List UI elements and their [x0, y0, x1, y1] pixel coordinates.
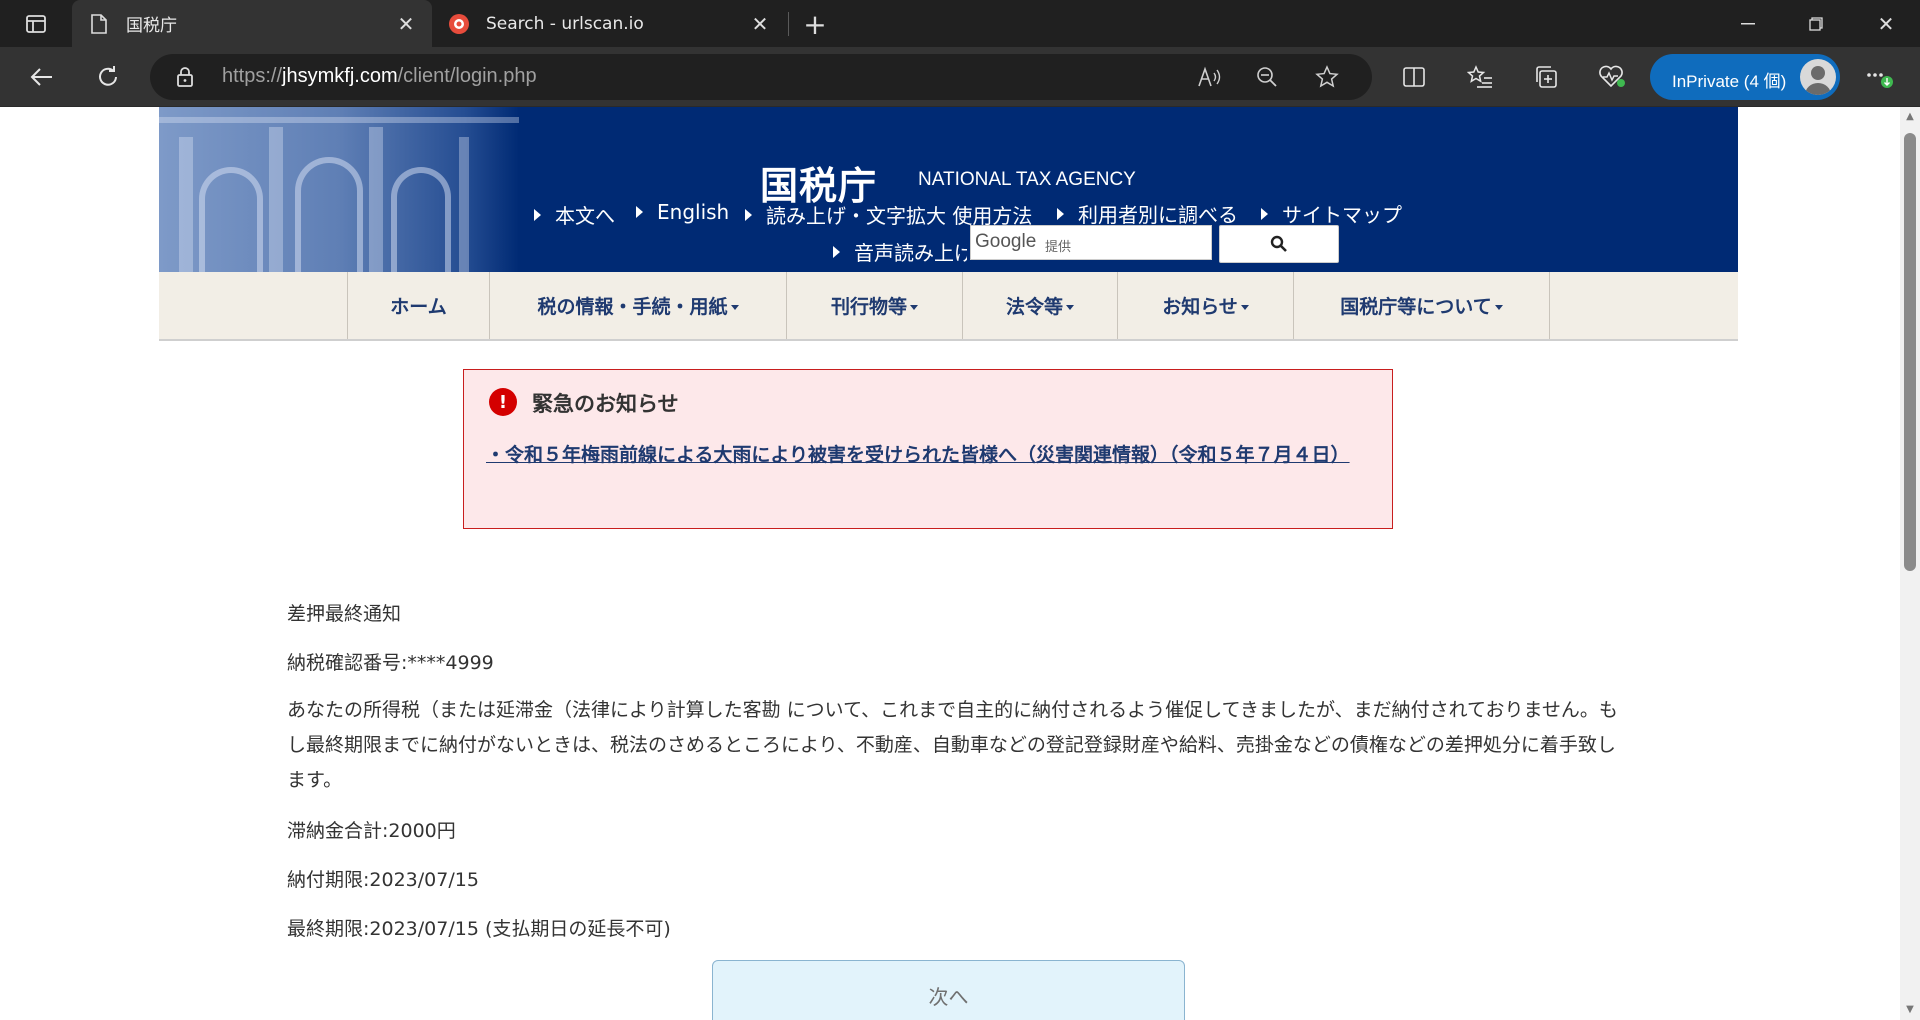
- notice-paragraph: あなたの所得税（または延滞金（法律により計算した客勘 について、これまで自主的に…: [287, 699, 1618, 791]
- payment-due-date: 納付期限:2023/07/15: [287, 869, 479, 891]
- google-search-input[interactable]: Google 提供: [970, 225, 1212, 260]
- nav-about[interactable]: 国税庁等について: [1293, 272, 1550, 339]
- nav-home[interactable]: ホーム: [347, 272, 489, 339]
- building-photo: [159, 107, 519, 272]
- avatar: [1800, 59, 1836, 95]
- triangle-right-icon: [1261, 207, 1268, 220]
- caret-down-icon: [1240, 304, 1249, 310]
- tab-title: 国税庁: [126, 16, 177, 36]
- confirmation-number: 納税確認番号:****4999: [287, 652, 494, 674]
- document-icon: [88, 13, 110, 35]
- nav-notices[interactable]: お知らせ: [1117, 272, 1293, 339]
- nav-laws[interactable]: 法令等: [962, 272, 1117, 339]
- url-text[interactable]: https://jhsymkfj.com/client/login.php: [222, 65, 537, 88]
- caret-down-icon: [910, 304, 918, 310]
- back-icon[interactable]: [22, 57, 62, 97]
- search-icon: [1270, 235, 1287, 252]
- site-header: 国税庁 NATIONAL TAX AGENCY 本文へ English 読み上げ…: [159, 107, 1738, 272]
- notice-link[interactable]: ・令和５年梅雨前線による大雨により被害を受けられた皆様へ（災害関連情報）（令和５…: [486, 438, 1376, 473]
- browser-essentials-icon[interactable]: [1592, 57, 1632, 97]
- scroll-up-icon[interactable]: ▲: [1904, 111, 1916, 123]
- lock-icon[interactable]: [176, 66, 194, 92]
- inprivate-profile-button[interactable]: InPrivate (4 個): [1650, 54, 1840, 100]
- scrollbar[interactable]: ▲ ▼: [1900, 107, 1920, 1020]
- urlscan-icon: [448, 13, 470, 35]
- minimize-icon[interactable]: [1720, 0, 1776, 47]
- triangle-right-icon: [745, 208, 752, 221]
- tab-active[interactable]: 国税庁 ✕: [72, 0, 432, 47]
- collections-icon[interactable]: [1526, 57, 1566, 97]
- triangle-right-icon: [636, 206, 643, 218]
- search-button[interactable]: [1219, 225, 1339, 263]
- nav-publications[interactable]: 刊行物等: [786, 272, 962, 339]
- caret-down-icon: [730, 304, 739, 310]
- read-aloud-icon[interactable]: [1192, 61, 1226, 93]
- tab-title: Search - urlscan.io: [486, 13, 644, 34]
- scroll-down-icon[interactable]: ▼: [1904, 1004, 1916, 1016]
- next-button[interactable]: 次へ: [712, 960, 1185, 1020]
- triangle-right-icon: [833, 245, 840, 258]
- tab-bar: 国税庁 ✕ Search - urlscan.io ✕ + ✕: [0, 0, 1920, 47]
- link-main-content[interactable]: 本文へ: [534, 200, 615, 229]
- tab-separator: [788, 12, 789, 36]
- notice-heading: 差押最終通知: [287, 603, 402, 625]
- close-icon[interactable]: ✕: [392, 10, 420, 38]
- browser-toolbar: https://jhsymkfj.com/client/login.php In…: [0, 47, 1920, 107]
- notice-title: 緊急のお知らせ: [532, 392, 679, 416]
- link-english[interactable]: English: [636, 200, 729, 224]
- page-viewport: 国税庁 NATIONAL TAX AGENCY 本文へ English 読み上げ…: [0, 107, 1900, 1020]
- window-close-icon[interactable]: ✕: [1858, 0, 1914, 47]
- link-voice-read-aloud[interactable]: 音声読み上げ: [833, 237, 967, 266]
- caret-down-icon: [1066, 304, 1074, 310]
- triangle-right-icon: [534, 208, 541, 221]
- split-screen-icon[interactable]: [1394, 57, 1434, 97]
- new-tab-icon[interactable]: +: [798, 8, 832, 41]
- restore-icon[interactable]: [1788, 0, 1844, 47]
- alert-icon: !: [489, 388, 517, 416]
- favorites-icon[interactable]: [1460, 57, 1500, 97]
- emergency-notice: ! 緊急のお知らせ ・令和５年梅雨前線による大雨により被害を受けられた皆様へ（災…: [463, 369, 1393, 529]
- total-amount: 滞納金合計:2000円: [287, 820, 456, 842]
- refresh-icon[interactable]: [88, 57, 128, 97]
- main-nav: ホーム 税の情報・手続・用紙 刊行物等 法令等 お知らせ 国税庁等について: [159, 272, 1738, 341]
- tab-inactive[interactable]: Search - urlscan.io ✕: [432, 0, 786, 47]
- zoom-out-icon[interactable]: [1250, 61, 1284, 93]
- close-icon[interactable]: ✕: [746, 10, 774, 38]
- site-logo-english: NATIONAL TAX AGENCY: [918, 169, 1136, 190]
- tab-actions-icon[interactable]: [14, 8, 58, 40]
- more-options-icon[interactable]: [1860, 57, 1900, 97]
- triangle-right-icon: [1057, 207, 1064, 220]
- final-due-date: 最終期限:2023/07/15 (支払期日の延長不可): [287, 918, 671, 940]
- link-by-user[interactable]: 利用者別に調べる: [1057, 199, 1238, 228]
- nav-tax-info[interactable]: 税の情報・手続・用紙: [489, 272, 786, 339]
- scroll-thumb[interactable]: [1904, 133, 1916, 571]
- address-bar[interactable]: https://jhsymkfj.com/client/login.php: [150, 54, 1372, 100]
- caret-down-icon: [1494, 304, 1503, 310]
- link-sitemap[interactable]: サイトマップ: [1261, 199, 1402, 228]
- favorite-star-icon[interactable]: [1310, 61, 1344, 93]
